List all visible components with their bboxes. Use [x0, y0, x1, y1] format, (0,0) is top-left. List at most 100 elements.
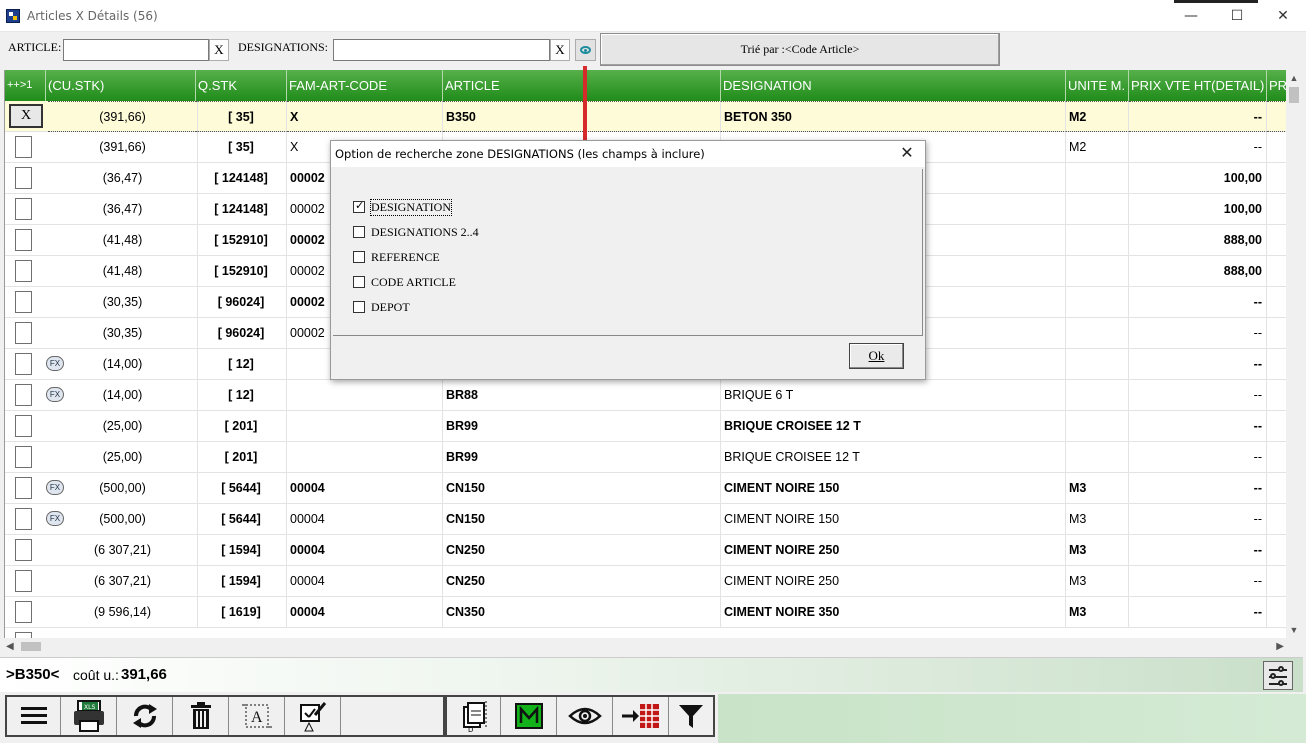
settings-sliders-button[interactable] [1263, 661, 1293, 690]
cell-cu-stk[interactable]: (36,47) [48, 194, 198, 225]
cell-cu-stk[interactable]: (6 307,21) [48, 566, 198, 597]
cell-unit[interactable]: M2 [1066, 101, 1129, 132]
cell-article[interactable]: CN350 [443, 597, 721, 628]
cell-unit[interactable] [1066, 380, 1129, 411]
article-input[interactable] [63, 39, 209, 61]
cell-fam-art-code[interactable]: 00004 [287, 504, 443, 535]
text-select-button[interactable]: A [229, 697, 285, 735]
row-select-checkbox[interactable] [15, 601, 32, 623]
cell-pr[interactable] [1267, 132, 1286, 163]
cell-unit[interactable]: M3 [1066, 473, 1129, 504]
row-select-checkbox[interactable] [15, 570, 32, 592]
cell-pr[interactable] [1267, 287, 1286, 318]
option-checkbox[interactable] [353, 276, 365, 288]
table-row[interactable]: FX (500,00)[ 5644] 00004 CN150 CIMENT NOIRE … [5, 504, 1286, 535]
close-window-button[interactable]: ✕ [1260, 0, 1306, 32]
cell-unit[interactable]: M3 [1066, 504, 1129, 535]
cell-q-stk[interactable]: [ 152910] [196, 225, 287, 256]
cell-prix[interactable]: 100,00 [1129, 163, 1267, 194]
cell-q-stk[interactable]: [ 35] [196, 132, 287, 163]
m-button[interactable] [501, 697, 557, 735]
table-row[interactable] [5, 628, 1286, 638]
cell-prix[interactable]: -- [1129, 380, 1267, 411]
header-prix-vte[interactable]: PRIX VTE HT(DETAIL) [1129, 70, 1267, 101]
cell-q-stk[interactable]: [ 124148] [196, 163, 287, 194]
cell-fam-art-code[interactable]: 00004 [287, 566, 443, 597]
row-select-checkbox[interactable] [15, 136, 32, 158]
cell-pr[interactable] [1267, 535, 1286, 566]
cell-pr[interactable] [1267, 566, 1286, 597]
cell-q-stk[interactable]: [ 12] [196, 349, 287, 380]
cell-unit[interactable]: M2 [1066, 132, 1129, 163]
cell-designation[interactable]: BRIQUE CROISEE 12 T [721, 442, 1066, 473]
cell-article[interactable]: CN250 [443, 566, 721, 597]
horizontal-scrollbar[interactable]: ◀ ▶ [4, 638, 1286, 655]
scroll-right-icon[interactable]: ▶ [1276, 638, 1284, 655]
cell-prix[interactable]: -- [1129, 411, 1267, 442]
cell-fam-art-code[interactable] [287, 380, 443, 411]
cell-cu-stk[interactable]: (41,48) [48, 225, 198, 256]
cell-pr[interactable] [1267, 225, 1286, 256]
cell-prix[interactable]: 888,00 [1129, 256, 1267, 287]
cell-designation[interactable]: CIMENT NOIRE 250 [721, 566, 1066, 597]
cell-cu-stk[interactable]: (9 596,14) [48, 597, 198, 628]
table-row[interactable]: (25,00)[ 201] BR99 BRIQUE CROISEE 12 T -- [5, 442, 1286, 473]
cell-fam-art-code[interactable]: 00004 [287, 597, 443, 628]
table-row[interactable]: (6 307,21)[ 1594] 00004 CN250 CIMENT NOIRE … [5, 535, 1286, 566]
table-row[interactable]: FX (500,00)[ 5644] 00004 CN150 CIMENT NOIRE … [5, 473, 1286, 504]
table-row[interactable]: (25,00)[ 201] BR99 BRIQUE CROISEE 12 T -- [5, 411, 1286, 442]
dialog-close-icon[interactable]: ✕ [897, 144, 917, 164]
ok-button[interactable]: Ok [849, 343, 904, 369]
cell-article[interactable]: BR99 [443, 442, 721, 473]
option-checkbox[interactable] [353, 251, 365, 263]
cell-q-stk[interactable]: [ 5644] [196, 504, 287, 535]
option-checkbox[interactable] [353, 301, 365, 313]
cell-unit[interactable] [1066, 318, 1129, 349]
row-select-checkbox[interactable] [15, 167, 32, 189]
cell-fam-art-code[interactable] [287, 442, 443, 473]
table-row[interactable]: X (391,66)[ 35] X B350 BETON 350 M2 -- [5, 101, 1286, 132]
cell-fam-art-code[interactable]: 00004 [287, 535, 443, 566]
view-button[interactable] [557, 697, 613, 735]
cell-prix[interactable]: -- [1129, 473, 1267, 504]
cell-cu-stk[interactable]: (14,00) [48, 349, 198, 380]
cell-q-stk[interactable]: [ 35] [196, 101, 287, 132]
cell-prix[interactable]: -- [1129, 318, 1267, 349]
cell-prix[interactable]: -- [1129, 287, 1267, 318]
cell-pr[interactable] [1267, 442, 1286, 473]
cell-designation[interactable]: CIMENT NOIRE 350 [721, 597, 1066, 628]
option-checkbox[interactable] [353, 199, 365, 213]
header-select-col[interactable]: ++>1 [5, 70, 46, 101]
maximize-button[interactable]: ☐ [1214, 0, 1260, 32]
article-clear-button[interactable]: X [209, 39, 229, 61]
cell-article[interactable]: BR88 [443, 380, 721, 411]
cell-cu-stk[interactable]: (14,00) [48, 380, 198, 411]
cell-pr[interactable] [1267, 473, 1286, 504]
row-select-checkbox[interactable] [15, 446, 32, 468]
minimize-button[interactable]: — [1168, 0, 1214, 32]
cell-article[interactable]: CN150 [443, 504, 721, 535]
row-select-checkbox[interactable] [15, 198, 32, 220]
cell-pr[interactable] [1267, 349, 1286, 380]
cell-fam-art-code[interactable] [287, 411, 443, 442]
cell-designation[interactable]: CIMENT NOIRE 250 [721, 535, 1066, 566]
refresh-button[interactable] [117, 697, 173, 735]
table-row[interactable]: FX (14,00)[ 12] BR88 BRIQUE 6 T -- [5, 380, 1286, 411]
cell-designation[interactable]: CIMENT NOIRE 150 [721, 473, 1066, 504]
sort-button[interactable]: Trié par :<Code Article> [600, 33, 1000, 66]
row-select-checkbox[interactable] [15, 477, 32, 499]
vertical-scrollbar[interactable]: ▲ ▼ [1286, 70, 1302, 638]
cell-unit[interactable] [1066, 349, 1129, 380]
cell-q-stk[interactable]: [ 124148] [196, 194, 287, 225]
cell-q-stk[interactable]: [ 96024] [196, 287, 287, 318]
cell-prix[interactable]: -- [1129, 597, 1267, 628]
cell-cu-stk[interactable]: (391,66) [48, 101, 198, 132]
cell-pr[interactable] [1267, 411, 1286, 442]
header-unite[interactable]: UNITE M. [1066, 70, 1129, 101]
designations-input[interactable] [333, 39, 550, 61]
cell-q-stk[interactable]: [ 12] [196, 380, 287, 411]
filter-button[interactable] [669, 697, 713, 735]
cell-prix[interactable]: -- [1129, 101, 1267, 132]
cell-designation[interactable]: CIMENT NOIRE 150 [721, 504, 1066, 535]
cell-q-stk[interactable]: [ 1619] [196, 597, 287, 628]
